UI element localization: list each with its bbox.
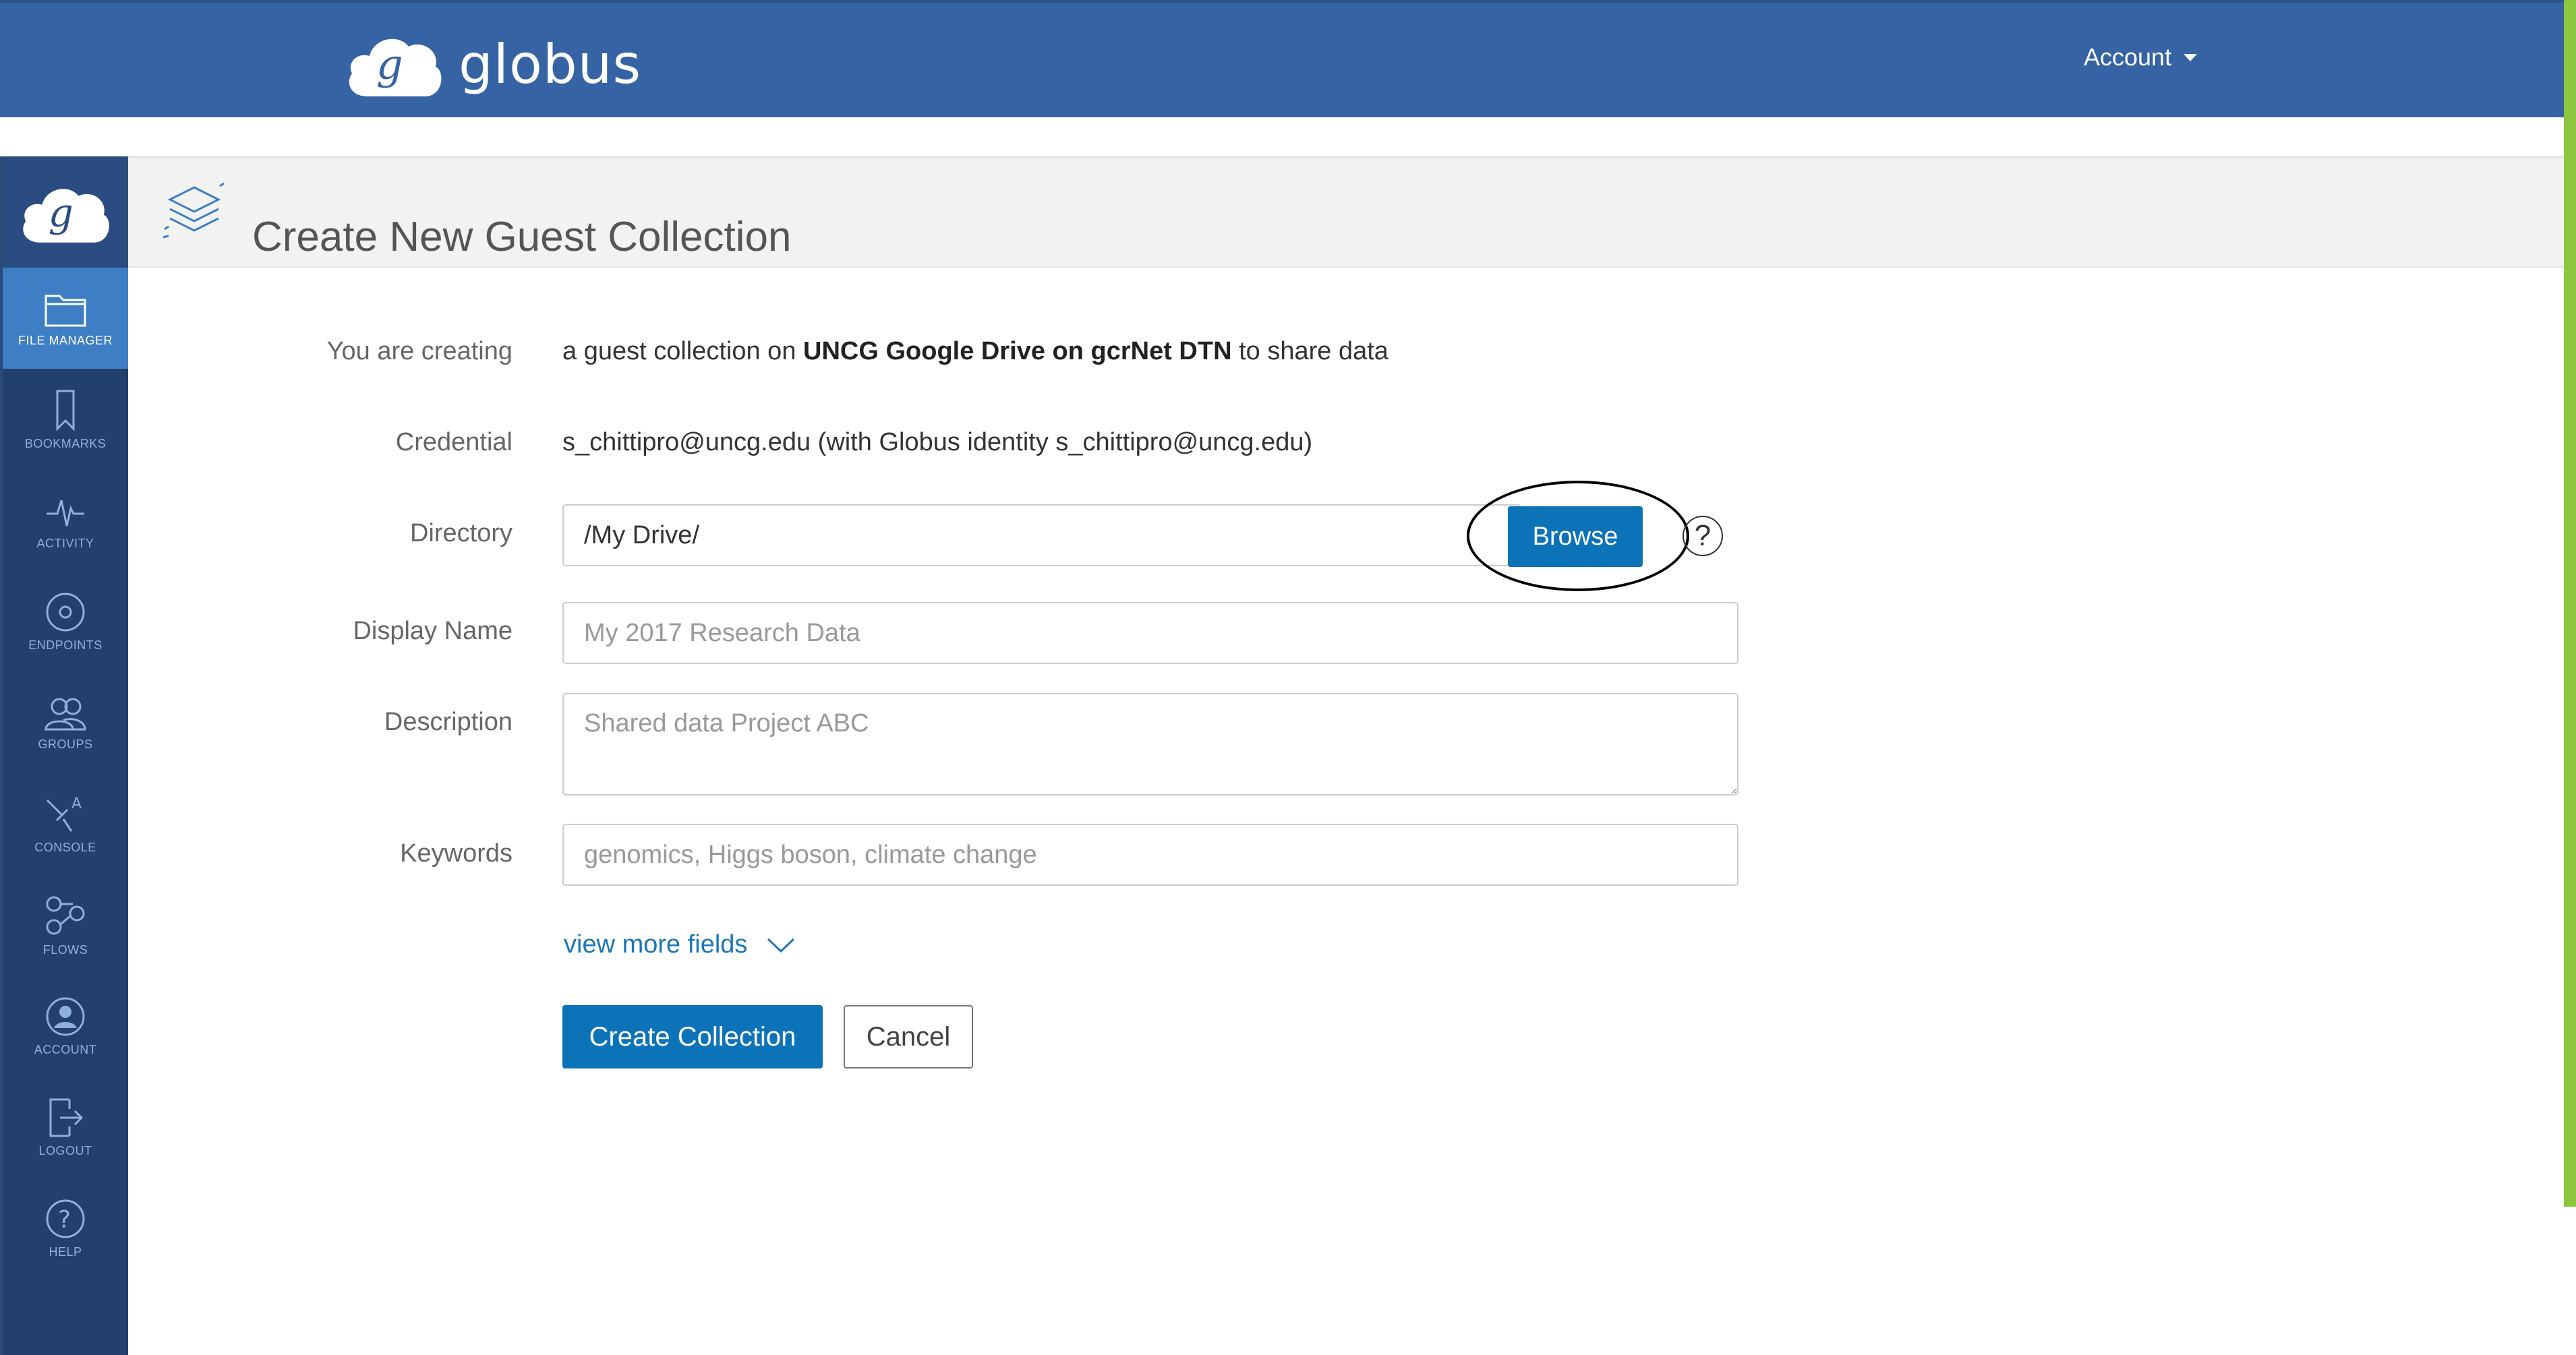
description-label: Description [384, 708, 513, 736]
sidebar-item-label: FILE MANAGER [18, 333, 113, 347]
svg-text:g: g [376, 40, 403, 89]
window-edge-accent [2564, 0, 2576, 1207]
sidebar-item-label: ACCOUNT [34, 1042, 97, 1056]
keywords-label: Keywords [400, 839, 513, 868]
sidebar-item-label: HELP [49, 1244, 82, 1259]
keywords-input[interactable] [562, 824, 1738, 886]
folder-icon [45, 295, 86, 326]
cancel-button[interactable]: Cancel [844, 1005, 973, 1068]
browse-button[interactable]: Browse [1508, 506, 1643, 567]
sidebar-item-groups[interactable]: GROUPS [3, 672, 128, 773]
svg-text:?: ? [58, 1206, 71, 1234]
sidebar-logo[interactable]: g [3, 156, 128, 268]
sidebar-item-label: ACTIVITY [36, 536, 94, 550]
sidebar-item-file-manager[interactable]: FILE MANAGER [3, 268, 128, 369]
sidebar-item-label: BOOKMARKS [24, 436, 107, 450]
layers-icon [163, 182, 225, 239]
sidebar-item-console[interactable]: A CONSOLE [3, 773, 128, 874]
account-menu-label: Account [2084, 43, 2172, 71]
endpoint-name: UNCG Google Drive on gcrNet DTN [803, 337, 1232, 365]
view-more-fields-link[interactable]: view more fields [564, 930, 796, 959]
credential-label: Credential [395, 428, 513, 456]
chevron-down-icon [767, 938, 795, 953]
view-more-label: view more fields [564, 930, 748, 959]
sidebar-item-logout[interactable]: LOGOUT [3, 1077, 128, 1178]
globus-cloud-icon: g [349, 38, 442, 96]
sidebar-item-label: LOGOUT [38, 1143, 92, 1157]
sidebar-item-label: GROUPS [38, 737, 93, 751]
flows-icon [46, 896, 85, 934]
activity-icon [47, 500, 84, 526]
sidebar-item-label: ENDPOINTS [28, 638, 103, 652]
logout-icon [49, 1098, 84, 1137]
display-name-input[interactable] [562, 602, 1738, 664]
sidebar-item-label: FLOWS [42, 942, 88, 957]
creating-label: You are creating [326, 337, 513, 365]
sidebar-item-account[interactable]: ACCOUNT [3, 975, 128, 1077]
sidebar-item-label: CONSOLE [34, 840, 96, 854]
page-title: Create New Guest Collection [252, 213, 792, 260]
sidebar-item-bookmarks[interactable]: BOOKMARKS [3, 369, 128, 470]
account-icon [46, 997, 85, 1035]
sidebar-item-help[interactable]: ? HELP [3, 1178, 128, 1279]
top-navbar: g globus Account [0, 0, 2564, 117]
sidebar-item-flows[interactable]: FLOWS [3, 874, 128, 975]
globus-cloud-icon: g [23, 188, 109, 243]
bookmark-icon [56, 390, 75, 431]
endpoint-icon [46, 593, 85, 631]
caret-down-icon [2184, 53, 2198, 61]
sidebar-item-endpoints[interactable]: ENDPOINTS [3, 571, 128, 672]
help-icon: ? [46, 1199, 85, 1238]
brand-name: globus [459, 32, 642, 96]
creating-prefix: a guest collection on [562, 337, 796, 365]
globus-logo[interactable]: g globus [344, 27, 641, 101]
sidebar-item-activity[interactable]: ACTIVITY [3, 470, 128, 571]
directory-label: Directory [409, 519, 513, 547]
sidebar: g FILE MANAGER BOOKMARKS ACTIVITY ENDPOI… [0, 156, 128, 1355]
creating-description: a guest collection on UNCG Google Drive … [562, 337, 1388, 366]
svg-text:g: g [49, 189, 74, 235]
groups-icon [45, 698, 86, 730]
console-icon: A [46, 795, 82, 832]
directory-input[interactable] [562, 504, 1521, 566]
svg-text:A: A [71, 795, 82, 812]
description-textarea[interactable] [562, 693, 1738, 795]
create-collection-button[interactable]: Create Collection [562, 1005, 823, 1068]
credential-value: s_chittipro@uncg.edu (with Globus identi… [562, 428, 1313, 456]
account-dropdown[interactable]: Account [2084, 43, 2198, 71]
creating-suffix: to share data [1239, 337, 1388, 365]
page-header: Create New Guest Collection [128, 156, 2564, 268]
help-question-icon[interactable]: ? [1682, 516, 1723, 556]
display-name-label: Display Name [353, 617, 513, 645]
